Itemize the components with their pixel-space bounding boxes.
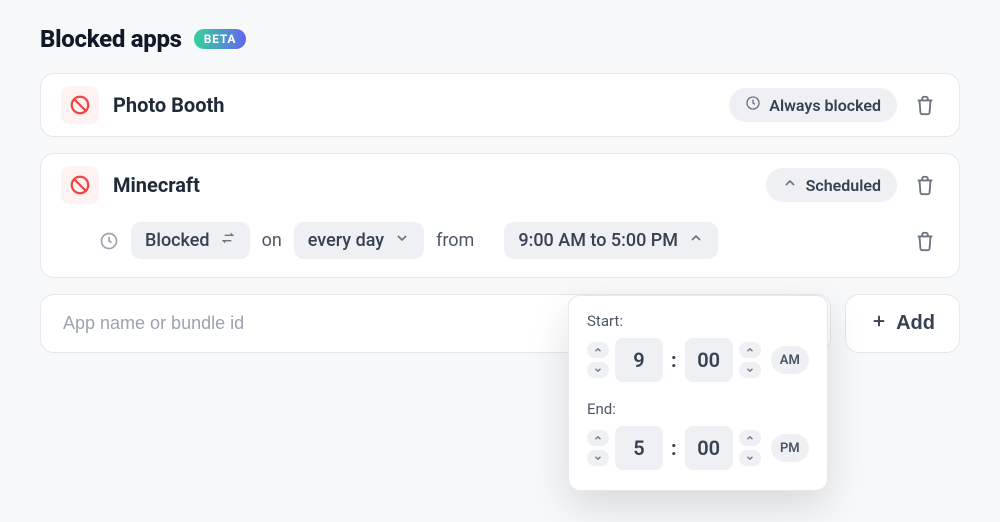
end-minute-down[interactable] [739,450,761,466]
clock-icon [99,231,119,251]
start-hour-value[interactable]: 9 [615,338,663,382]
section-header: Blocked apps BETA [40,25,960,53]
end-label: End: [587,400,809,418]
app-card-photo-booth: Photo Booth Always blocked [40,73,960,137]
start-minute-value[interactable]: 00 [685,338,733,382]
time-range-popover: Start: 9 : 00 AM End: 5 : 00 PM [568,295,828,491]
trash-icon [914,94,936,116]
app-name: Photo Booth [113,93,224,117]
page-title: Blocked apps [40,25,182,53]
plus-icon [870,312,888,336]
time-colon: : [669,436,679,460]
end-hour-value[interactable]: 5 [615,426,663,470]
status-chip-always-blocked[interactable]: Always blocked [729,88,897,122]
status-chip-scheduled[interactable]: Scheduled [766,168,897,202]
status-label: Scheduled [806,176,881,195]
beta-badge: BETA [194,29,247,49]
delete-app-button[interactable] [911,171,939,199]
start-minute-down[interactable] [739,362,761,378]
start-hour-down[interactable] [587,362,609,378]
end-minute-value[interactable]: 00 [685,426,733,470]
time-colon: : [669,348,679,372]
from-label: from [436,230,474,251]
chevron-up-icon [688,230,704,251]
block-icon [61,166,99,204]
trash-icon [914,230,936,252]
app-name: Minecraft [113,173,200,197]
end-time-editor: 5 : 00 PM [587,426,809,470]
end-hour-up[interactable] [587,430,609,446]
chevron-down-icon [394,230,410,251]
days-label: every day [308,230,384,251]
add-button[interactable]: Add [845,294,960,353]
days-select[interactable]: every day [294,222,424,259]
start-label: Start: [587,312,809,330]
block-icon [61,86,99,124]
app-card-minecraft: Minecraft Scheduled Blocked [40,153,960,278]
delete-app-button[interactable] [911,91,939,119]
clock-icon [745,95,761,115]
start-ampm-toggle[interactable]: AM [771,346,809,374]
status-label: Always blocked [769,96,881,115]
on-label: on [262,230,282,251]
mode-select[interactable]: Blocked [131,222,250,259]
end-ampm-toggle[interactable]: PM [771,434,809,462]
end-hour-down[interactable] [587,450,609,466]
start-hour-up[interactable] [587,342,609,358]
start-minute-up[interactable] [739,342,761,358]
start-time-editor: 9 : 00 AM [587,338,809,382]
schedule-row: Blocked on every day from 9:00 AM to 5:0… [61,222,939,259]
swap-icon [220,230,236,251]
chevron-up-icon [782,175,798,195]
delete-schedule-button[interactable] [911,227,939,255]
trash-icon [914,174,936,196]
end-minute-up[interactable] [739,430,761,446]
time-range-select[interactable]: 9:00 AM to 5:00 PM [504,222,718,259]
time-range-label: 9:00 AM to 5:00 PM [518,230,678,251]
add-button-label: Add [896,312,935,335]
mode-label: Blocked [145,230,210,251]
